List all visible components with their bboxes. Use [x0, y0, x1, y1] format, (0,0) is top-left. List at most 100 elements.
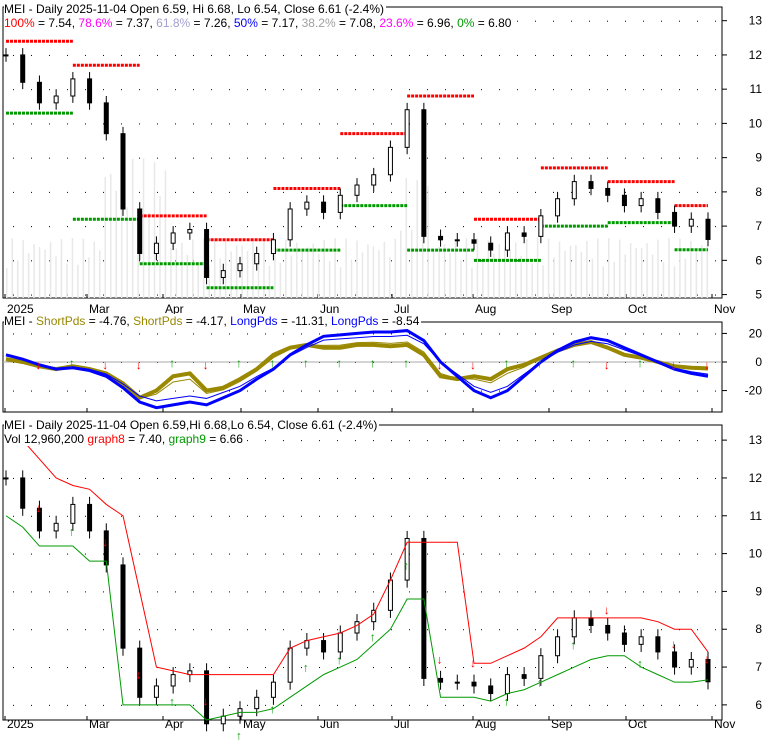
down-arrow-icon: ↓	[437, 652, 443, 666]
volume-bar	[55, 256, 57, 298]
grid-dot	[139, 157, 140, 159]
grid-dot	[391, 260, 392, 262]
volume-label: Vol 12,960,200	[4, 432, 85, 446]
candle-body	[220, 715, 226, 725]
x-axis-label: Aug	[475, 717, 496, 731]
grid-dot	[103, 704, 104, 706]
grid-dot	[355, 477, 356, 479]
grid-dot	[445, 390, 446, 392]
grid-dot	[697, 123, 698, 125]
fib-level-1: 78.6% = 7.37,	[78, 16, 157, 30]
grid-dot	[481, 89, 482, 91]
grid-dot	[355, 515, 356, 517]
grid-dot	[319, 440, 320, 442]
grid-dot	[139, 191, 140, 193]
grid-dot	[571, 440, 572, 442]
grid-dot	[85, 123, 86, 125]
grid-dot	[535, 515, 536, 517]
grid-dot	[517, 294, 518, 296]
grid-dot	[175, 477, 176, 479]
grid-dot	[697, 89, 698, 91]
grid-dot	[517, 553, 518, 555]
y-tick-label: 20	[749, 326, 763, 340]
grid-dot	[661, 477, 662, 479]
grid-dot	[121, 89, 122, 91]
grid-dot	[103, 89, 104, 91]
grid-dot	[481, 515, 482, 517]
up-arrow-icon: ↑	[403, 356, 409, 370]
grid-dot	[571, 89, 572, 91]
grid-dot	[715, 333, 716, 335]
grid-dot	[247, 515, 248, 517]
grid-dot	[661, 20, 662, 22]
grid-dot	[607, 157, 608, 159]
grid-dot	[337, 390, 338, 392]
candle-body	[120, 564, 126, 649]
y-tick-label: 8	[755, 622, 762, 636]
grid-dot	[49, 667, 50, 669]
grid-dot	[355, 553, 356, 555]
down-arrow-icon: ↓	[704, 358, 710, 372]
volume-bar	[701, 245, 703, 298]
grid-dot	[427, 440, 428, 442]
grid-dot	[427, 477, 428, 479]
candle-body	[36, 81, 42, 104]
grid-dot	[211, 591, 212, 593]
chart-canvas: 13 12 11 10 9 8 7 6 5 20 0 -20 13 12 11 10 9 8 7 6 2025 Mar Ap…	[2, 6, 763, 743]
volume-bar	[71, 238, 74, 298]
grid-dot	[283, 667, 284, 669]
grid-dot	[625, 157, 626, 159]
grid-dot	[499, 226, 500, 228]
grid-dot	[409, 226, 410, 228]
grid-dot	[265, 390, 266, 392]
candle-body	[304, 201, 310, 210]
grid-dot	[175, 226, 176, 228]
grid-dot	[661, 667, 662, 669]
grid-dot	[535, 553, 536, 555]
grid-dot	[445, 591, 446, 593]
grid-dot	[31, 226, 32, 228]
grid-dot	[553, 54, 554, 56]
volume-bar	[608, 238, 610, 298]
grid-dot	[283, 553, 284, 555]
grid-dot	[175, 667, 176, 669]
grid-dot	[481, 667, 482, 669]
grid-dot	[409, 591, 410, 593]
grid-dot	[229, 591, 230, 593]
up-arrow-icon: ↑	[637, 657, 643, 671]
grid-dot	[283, 591, 284, 593]
x-axis-label: Oct	[628, 717, 647, 731]
fib-level-3: 50% = 7.17,	[233, 16, 302, 30]
candle-body	[254, 252, 260, 265]
osc-series-label: LongPds = -8.54	[331, 314, 420, 328]
y-tick-label: 11	[750, 82, 763, 96]
up-arrow-icon: ↑	[570, 356, 576, 370]
grid-dot	[301, 440, 302, 442]
grid-dot	[481, 477, 482, 479]
grid-dot	[661, 553, 662, 555]
grid-dot	[517, 390, 518, 392]
y-tick-label: -20	[745, 384, 763, 398]
y-tick-label: 13	[749, 14, 763, 28]
volume-bar	[514, 242, 517, 298]
y-tick-label: 7	[755, 219, 762, 233]
grid-dot	[715, 157, 716, 159]
grid-dot	[373, 667, 374, 669]
grid-dot	[139, 390, 140, 392]
volume-bar	[618, 239, 621, 298]
grid-dot	[373, 333, 374, 335]
grid-dot	[697, 191, 698, 193]
up-arrow-icon: ↑	[336, 356, 342, 370]
fib-level-0: 100% = 7.54,	[4, 16, 79, 30]
grid-dot	[283, 333, 284, 335]
grid-dot	[13, 333, 14, 335]
grid-dot	[85, 54, 86, 56]
grid-dot	[481, 390, 482, 392]
grid-dot	[517, 333, 518, 335]
grid-dot	[301, 191, 302, 193]
up-arrow-icon: ↑	[336, 653, 342, 667]
grid-dot	[247, 157, 248, 159]
grid-dot	[85, 390, 86, 392]
grid-dot	[625, 333, 626, 335]
grid-dot	[229, 294, 230, 296]
